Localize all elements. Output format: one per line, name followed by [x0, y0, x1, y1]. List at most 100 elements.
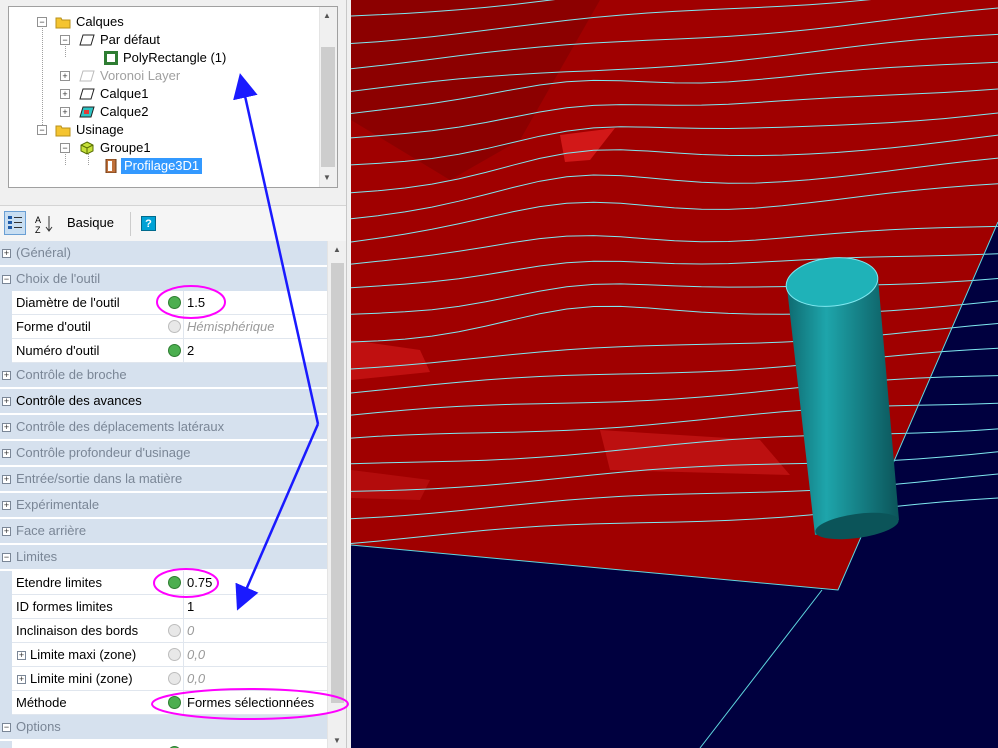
- category-experimentale[interactable]: + Expérimentale: [0, 493, 327, 517]
- tree-item-voronoi-layer[interactable]: + Voronoi Layer: [9, 67, 309, 85]
- property-value[interactable]: 0,0: [187, 643, 205, 667]
- property-value[interactable]: 0.75: [187, 571, 212, 595]
- category-controle-avances[interactable]: + Contrôle des avances: [0, 389, 327, 413]
- property-row-limite-maxi[interactable]: + Limite maxi (zone) 0,0: [0, 643, 327, 667]
- tree-scrollbar[interactable]: ▲ ▼: [319, 7, 337, 187]
- category-label: Entrée/sortie dans la matière: [16, 471, 183, 486]
- property-value[interactable]: Formes sélectionnées: [187, 691, 314, 715]
- property-label: Limite maxi (zone): [30, 647, 137, 662]
- category-limites[interactable]: − Limites: [0, 545, 327, 569]
- category-label: (Général): [16, 245, 71, 260]
- category-label: Choix de l'outil: [16, 271, 101, 286]
- collapse-icon[interactable]: −: [37, 125, 47, 135]
- property-value[interactable]: 1.5: [187, 291, 205, 315]
- scroll-thumb[interactable]: [331, 263, 344, 703]
- property-value[interactable]: 0: [187, 619, 194, 643]
- property-value[interactable]: 0,0: [187, 667, 205, 691]
- expand-icon[interactable]: +: [2, 371, 11, 380]
- tree-item-par-defaut[interactable]: − Par défaut: [9, 31, 309, 49]
- tree-item-label: Calques: [76, 14, 124, 29]
- category-entree-sortie[interactable]: + Entrée/sortie dans la matière: [0, 467, 327, 491]
- expand-icon[interactable]: +: [2, 397, 11, 406]
- category-label: Contrôle profondeur d'usinage: [16, 445, 191, 460]
- expand-icon[interactable]: +: [2, 501, 11, 510]
- property-value[interactable]: 2: [187, 339, 194, 363]
- category-deplacements-lateraux[interactable]: + Contrôle des déplacements latéraux: [0, 415, 327, 439]
- expand-icon[interactable]: +: [60, 107, 70, 117]
- expand-icon[interactable]: +: [17, 675, 26, 684]
- category-options[interactable]: − Options: [0, 715, 327, 739]
- svg-text:A: A: [35, 215, 41, 225]
- collapse-icon[interactable]: −: [2, 553, 11, 562]
- property-row-id-formes-limites[interactable]: ID formes limites 1: [0, 595, 327, 619]
- expand-icon[interactable]: +: [2, 423, 11, 432]
- expand-icon[interactable]: +: [17, 651, 26, 660]
- expand-icon[interactable]: +: [2, 249, 11, 258]
- property-row-limite-mini[interactable]: + Limite mini (zone) 0,0: [0, 667, 327, 691]
- collapse-icon[interactable]: −: [60, 35, 70, 45]
- expand-icon[interactable]: +: [60, 89, 70, 99]
- reset-icon[interactable]: [168, 648, 181, 661]
- alphabetical-button[interactable]: AZ: [34, 213, 56, 235]
- property-row-partial[interactable]: [0, 741, 327, 748]
- help-icon[interactable]: ?: [141, 216, 156, 231]
- tree-item-label: PolyRectangle (1): [123, 50, 227, 65]
- property-label: Etendre limites: [16, 575, 102, 590]
- tree-item-calques[interactable]: − Calques: [9, 13, 309, 31]
- collapse-icon[interactable]: −: [60, 143, 70, 153]
- reset-icon[interactable]: [168, 576, 181, 589]
- column-separator: [183, 571, 184, 595]
- tree-item-profilage3d1[interactable]: Profilage3D1: [9, 157, 309, 175]
- property-label: Numéro d'outil: [16, 343, 100, 358]
- reset-icon[interactable]: [168, 320, 181, 333]
- collapse-icon[interactable]: −: [37, 17, 47, 27]
- layer-colored-icon: [79, 106, 95, 118]
- expand-icon[interactable]: +: [2, 475, 11, 484]
- property-label: Limite mini (zone): [30, 671, 133, 686]
- property-row-etendre-limites[interactable]: Etendre limites 0.75: [0, 571, 327, 595]
- 3d-viewport[interactable]: [351, 0, 998, 748]
- basic-mode-button[interactable]: Basique: [67, 215, 114, 230]
- layer-tree[interactable]: − Calques − Par défaut PolyRectangle (1)…: [8, 6, 338, 188]
- tree-item-groupe1[interactable]: − Groupe1: [9, 139, 309, 157]
- collapse-icon[interactable]: −: [2, 723, 11, 732]
- tree-item-polyrectangle[interactable]: PolyRectangle (1): [9, 49, 309, 67]
- scroll-up-icon[interactable]: ▲: [323, 11, 331, 20]
- category-choix-outil[interactable]: − Choix de l'outil: [0, 267, 327, 291]
- row-margin: [0, 291, 12, 315]
- scroll-up-icon[interactable]: ▲: [333, 245, 341, 254]
- property-row-methode[interactable]: Méthode Formes sélectionnées: [0, 691, 327, 715]
- scroll-thumb[interactable]: [321, 47, 335, 167]
- property-value[interactable]: Hémisphérique: [187, 315, 274, 339]
- reset-icon[interactable]: [168, 344, 181, 357]
- categorized-icon: [8, 216, 22, 229]
- reset-icon[interactable]: [168, 672, 181, 685]
- expand-icon[interactable]: +: [2, 449, 11, 458]
- category-controle-broche[interactable]: + Contrôle de broche: [0, 363, 327, 387]
- property-grid: + (Général) − Choix de l'outil Diamètre …: [0, 241, 348, 748]
- property-grid-scrollbar[interactable]: ▲ ▼: [327, 241, 347, 748]
- scroll-down-icon[interactable]: ▼: [333, 736, 341, 745]
- tree-item-calque2[interactable]: + Calque2: [9, 103, 309, 121]
- expand-icon[interactable]: +: [2, 527, 11, 536]
- reset-icon[interactable]: [168, 296, 181, 309]
- property-label: Méthode: [16, 695, 67, 710]
- tree-item-usinage[interactable]: − Usinage: [9, 121, 309, 139]
- scroll-down-icon[interactable]: ▼: [323, 173, 331, 182]
- reset-icon[interactable]: [168, 696, 181, 709]
- row-margin: [0, 741, 12, 748]
- property-row-diametre[interactable]: Diamètre de l'outil 1.5: [0, 291, 327, 315]
- category-general[interactable]: + (Général): [0, 241, 327, 265]
- reset-icon[interactable]: [168, 624, 181, 637]
- property-row-inclinaison-bords[interactable]: Inclinaison des bords 0: [0, 619, 327, 643]
- layer-icon: [79, 70, 95, 82]
- category-profondeur-usinage[interactable]: + Contrôle profondeur d'usinage: [0, 441, 327, 465]
- expand-icon[interactable]: +: [60, 71, 70, 81]
- categorized-button[interactable]: [4, 211, 26, 235]
- category-face-arriere[interactable]: + Face arrière: [0, 519, 327, 543]
- property-row-forme-outil[interactable]: Forme d'outil Hémisphérique: [0, 315, 327, 339]
- collapse-icon[interactable]: −: [2, 275, 11, 284]
- tree-item-calque1[interactable]: + Calque1: [9, 85, 309, 103]
- property-value[interactable]: 1: [187, 595, 194, 619]
- property-row-numero-outil[interactable]: Numéro d'outil 2: [0, 339, 327, 363]
